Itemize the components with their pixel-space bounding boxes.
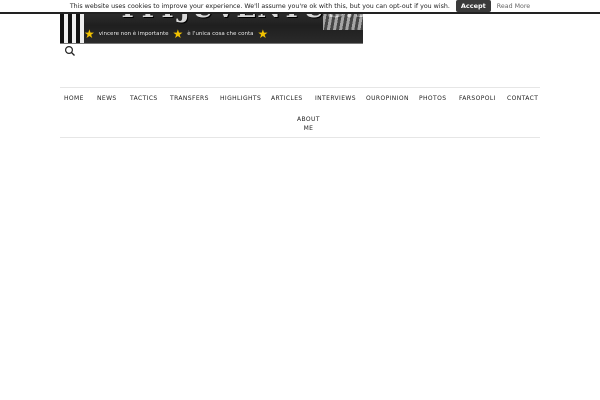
nav-item-transfers[interactable]: TRANSFERS [170, 95, 209, 102]
nav-item-articles[interactable]: ARTICLES [271, 95, 303, 102]
nav-item-ouropinion[interactable]: OUROPINION [366, 95, 409, 102]
cookie-message: This website uses cookies to improve you… [69, 2, 450, 10]
star-icon: ★ [172, 27, 184, 41]
search-icon[interactable] [64, 42, 76, 56]
nav-item-photos[interactable]: PHOTOS [419, 95, 446, 102]
accept-cookies-button[interactable]: Accept [455, 0, 491, 12]
star-icon: ★ [257, 27, 269, 41]
slogan-left: vincere non è importante [98, 31, 169, 37]
nav-item-home[interactable]: HOME [64, 95, 84, 102]
about-line-1: ABOUT [297, 116, 320, 123]
nav-item-interviews[interactable]: INTERVIEWS [315, 95, 356, 102]
read-more-link[interactable]: Read More [497, 3, 530, 10]
nav-item-contact[interactable]: CONTACT [507, 95, 538, 102]
banner-slogan: ★ vincere non è importante ★ è l'unica c… [84, 28, 363, 40]
nav-item-about-me[interactable]: ABOUT ME [297, 116, 320, 133]
nav-item-news[interactable]: NEWS [97, 95, 117, 102]
main-navigation: HOME NEWS TACTICS TRANSFERS HIGHLIGHTS A… [60, 87, 540, 138]
slogan-right: è l'unica cosa che conta [187, 31, 254, 37]
nav-item-farsopoli[interactable]: FARSOPOLI [459, 95, 496, 102]
cookie-consent-bar: This website uses cookies to improve you… [0, 0, 600, 14]
star-icon: ★ [84, 27, 95, 41]
nav-item-tactics[interactable]: TACTICS [130, 95, 158, 102]
nav-item-highlights[interactable]: HIGHLIGHTS [220, 95, 261, 102]
about-line-2: ME [303, 124, 314, 132]
